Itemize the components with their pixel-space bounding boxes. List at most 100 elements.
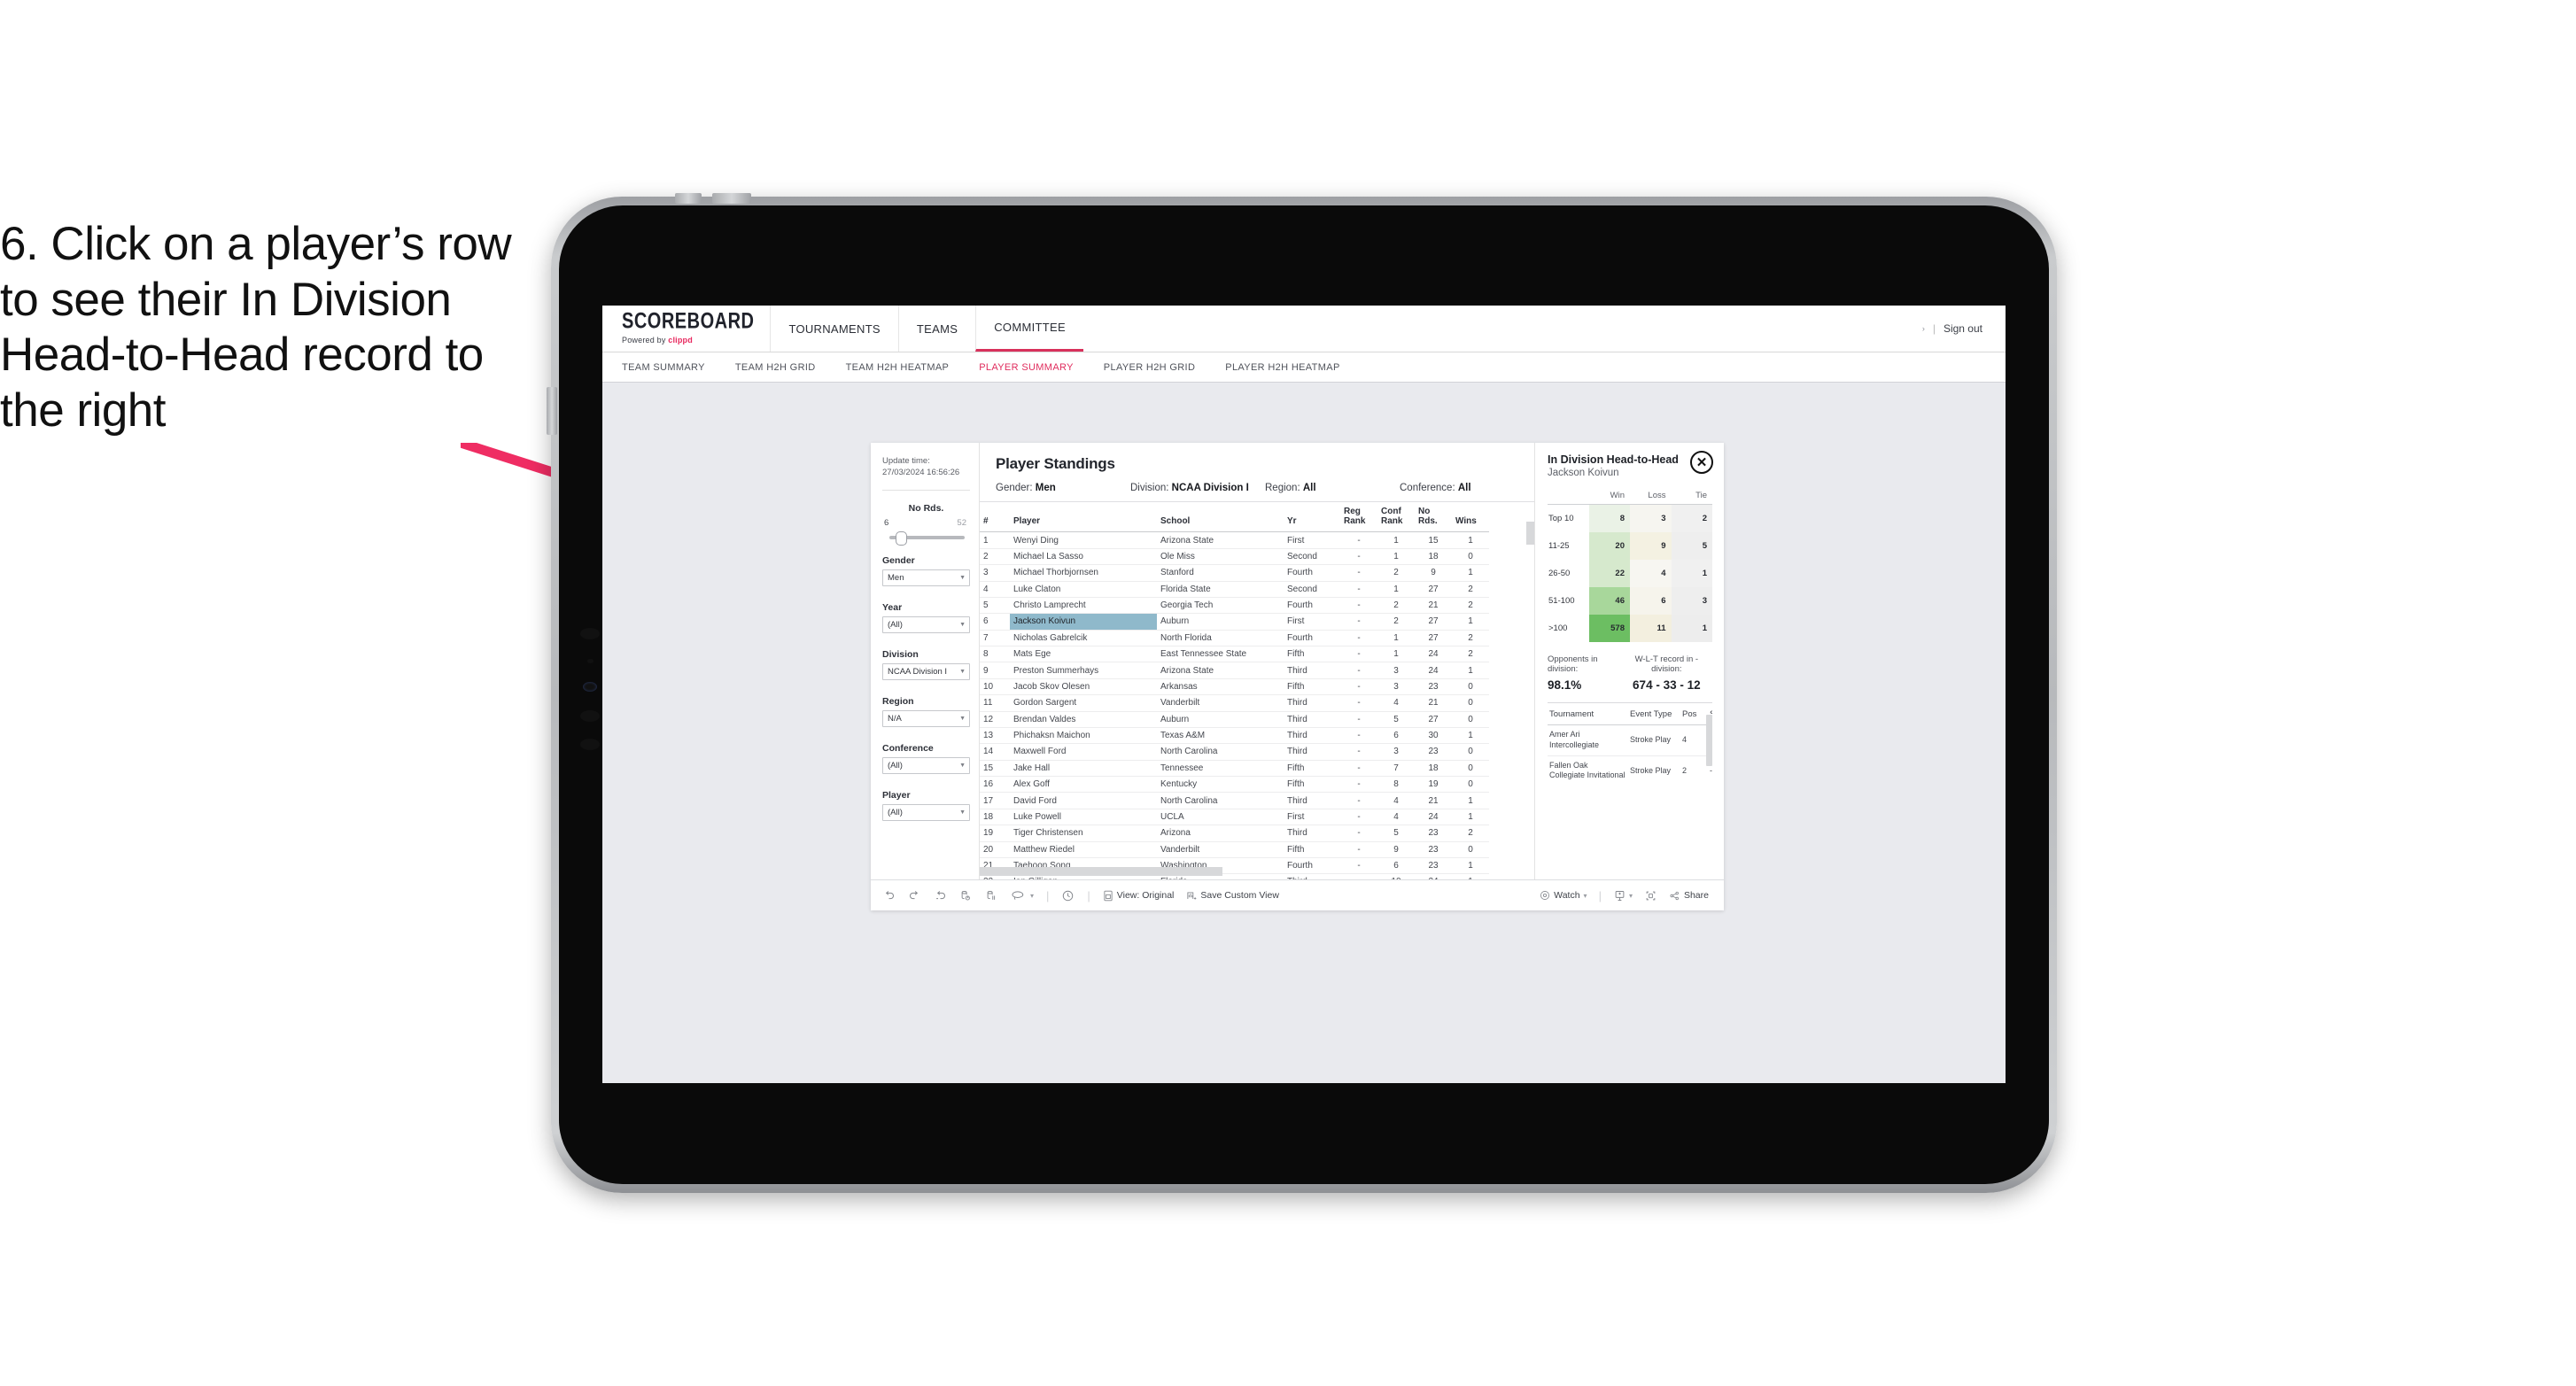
col-wins[interactable]: Wins: [1452, 502, 1489, 533]
table-row[interactable]: 4 Luke Claton Florida State Second -1 27 2: [980, 581, 1489, 598]
lasso-dropdown-icon[interactable]: ▾: [1030, 892, 1034, 900]
table-row[interactable]: 3 Michael Thorbjornsen Stanford Fourth -2 9 1: [980, 564, 1489, 582]
chevron-down-icon[interactable]: ▼: [957, 575, 966, 581]
cell-player: Luke Claton: [1010, 581, 1157, 598]
standings-table-wrapper[interactable]: # Player School Yr Reg Rank Conf Rank No Rd…: [980, 501, 1534, 879]
tournament-row[interactable]: Amer Ari IntercollegiateStroke Play4-17: [1548, 724, 1712, 756]
share-button[interactable]: Share: [1669, 890, 1709, 902]
no-rounds-label: No Rds.: [908, 502, 944, 514]
table-row[interactable]: 16 Alex Goff Kentucky Fifth -8 19 0: [980, 776, 1489, 794]
col-conf-rank[interactable]: Conf Rank: [1377, 502, 1415, 533]
refresh-data-icon[interactable]: [959, 889, 973, 902]
standings-vertical-scrollbar[interactable]: [1526, 522, 1534, 545]
tablet-power-button[interactable]: [547, 387, 557, 435]
table-row[interactable]: 15 Jake Hall Tennessee Fifth -7 18 0: [980, 760, 1489, 778]
slider-track[interactable]: [889, 530, 965, 546]
cell-player: Wenyi Ding: [1010, 531, 1157, 549]
undo-icon[interactable]: [882, 889, 896, 902]
table-row[interactable]: 6 Jackson Koivun Auburn First -2 27 1: [980, 613, 1489, 631]
slider-handle[interactable]: [895, 530, 907, 546]
close-icon[interactable]: ✕: [1690, 451, 1713, 474]
table-row[interactable]: 17 David Ford North Carolina Third -4 21 1: [980, 792, 1489, 809]
filter-select-player[interactable]: (All) ▼: [882, 803, 970, 821]
col-reg-rank[interactable]: Reg Rank: [1340, 502, 1377, 533]
share-label: Share: [1683, 890, 1709, 901]
subscribe-icon[interactable]: [1613, 889, 1626, 902]
col-event-type: Event Type: [1628, 702, 1680, 726]
sign-out-link[interactable]: Sign out: [1944, 322, 1982, 335]
lasso-select-icon[interactable]: [1011, 889, 1026, 902]
save-custom-view-button[interactable]: Save Custom View: [1186, 890, 1279, 902]
h2h-loss-cell: 4: [1630, 560, 1672, 588]
col-player[interactable]: Player: [1010, 502, 1157, 533]
table-row[interactable]: 5 Christo Lamprecht Georgia Tech Fourth -2 21…: [980, 597, 1489, 615]
watch-button[interactable]: Watch ▾: [1540, 890, 1587, 901]
filter-select-year[interactable]: (All) ▼: [882, 616, 970, 633]
chevron-down-icon[interactable]: ▼: [957, 669, 966, 675]
filter-select-gender[interactable]: Men ▼: [882, 569, 970, 586]
watch-dropdown-icon[interactable]: ▾: [1584, 892, 1587, 900]
revert-icon[interactable]: [934, 889, 947, 902]
cell-yr: Fifth: [1284, 678, 1340, 696]
table-row[interactable]: 11 Gordon Sargent Vanderbilt Third -4 21 0: [980, 694, 1489, 712]
chevron-down-icon[interactable]: ▼: [957, 763, 966, 769]
primary-nav: TOURNAMENTS TEAMS COMMITTEE: [770, 306, 1083, 352]
col-no-rds[interactable]: No Rds.: [1415, 502, 1452, 533]
tournament-list-wrapper[interactable]: Tournament Event Type Pos Score Amer Ari…: [1548, 692, 1712, 783]
tablet-top-button-2[interactable]: [712, 193, 751, 204]
filter-select-conference[interactable]: (All) ▼: [882, 756, 970, 774]
brand-logo[interactable]: SCOREBOARD Powered by clippd: [602, 306, 770, 352]
tab-team-summary[interactable]: TEAM SUMMARY: [622, 362, 705, 373]
cell-reg: -: [1340, 841, 1377, 858]
col-rank[interactable]: #: [980, 502, 1010, 533]
brand-tagline: Powered by clippd: [622, 336, 754, 345]
table-row[interactable]: 20 Matthew Riedel Vanderbilt Fifth -9 23 0: [980, 841, 1489, 858]
table-row[interactable]: 14 Maxwell Ford North Carolina Third -3 23 0: [980, 743, 1489, 761]
cell-rds: 23: [1415, 857, 1452, 875]
table-row[interactable]: 2 Michael La Sasso Ole Miss Second -1 18 0: [980, 548, 1489, 566]
view-original-button[interactable]: View: Original: [1103, 890, 1174, 902]
table-row[interactable]: 19 Tiger Christensen Arizona Third -5 23 2: [980, 825, 1489, 842]
tablet-top-button-1[interactable]: [675, 193, 702, 204]
table-row[interactable]: 7 Nicholas Gabrelcik North Florida Fourth -1…: [980, 630, 1489, 647]
nav-tournaments[interactable]: TOURNAMENTS: [770, 306, 897, 352]
pause-auto-update-icon[interactable]: [1061, 889, 1075, 902]
table-row[interactable]: 8 Mats Ege East Tennessee State Fifth -1 24 2: [980, 646, 1489, 663]
no-rounds-slider[interactable]: No Rds. 6 52: [882, 491, 970, 546]
cell-conf: 4: [1377, 809, 1415, 826]
col-yr[interactable]: Yr: [1284, 502, 1340, 533]
tournament-row[interactable]: Fallen Oak Collegiate Invitational Stroke…: [1548, 755, 1712, 783]
h2h-loss-cell: 6: [1630, 587, 1672, 616]
subscribe-dropdown-icon[interactable]: ▾: [1629, 892, 1633, 900]
col-tournament: Tournament: [1548, 702, 1628, 726]
table-row[interactable]: 10 Jacob Skov Olesen Arkansas Fifth -3 23 0: [980, 678, 1489, 696]
chevron-down-icon[interactable]: ▼: [957, 809, 966, 816]
tab-player-h2h-grid[interactable]: PLAYER H2H GRID: [1104, 362, 1195, 373]
table-row[interactable]: 18 Luke Powell UCLA First -4 24 1: [980, 809, 1489, 826]
tournament-scrollbar[interactable]: [1706, 715, 1712, 767]
cell-rank: 5: [980, 597, 1010, 615]
device-preview-icon[interactable]: [1644, 889, 1657, 902]
cell-conf: 7: [1377, 760, 1415, 778]
tab-team-h2h-heatmap[interactable]: TEAM H2H HEATMAP: [846, 362, 950, 373]
pause-data-icon[interactable]: [985, 889, 998, 902]
chevron-right-icon[interactable]: ›: [1922, 324, 1925, 333]
filter-select-division[interactable]: NCAA Division I ▼: [882, 662, 970, 680]
filter-select-region[interactable]: N/A ▼: [882, 709, 970, 727]
tab-player-h2h-heatmap[interactable]: PLAYER H2H HEATMAP: [1225, 362, 1339, 373]
tab-player-summary[interactable]: PLAYER SUMMARY: [979, 362, 1074, 373]
table-row[interactable]: 9 Preston Summerhays Arizona State Third -3 2…: [980, 662, 1489, 679]
cell-reg: -: [1340, 630, 1377, 647]
standings-horizontal-scrollbar[interactable]: [980, 867, 1222, 876]
redo-icon[interactable]: [908, 889, 921, 902]
table-row[interactable]: 12 Brendan Valdes Auburn Third -5 27 0: [980, 711, 1489, 728]
chevron-down-icon[interactable]: ▼: [957, 622, 966, 628]
meta-value: All: [1457, 483, 1471, 493]
col-school[interactable]: School: [1157, 502, 1284, 533]
chevron-down-icon[interactable]: ▼: [957, 716, 966, 722]
tab-team-h2h-grid[interactable]: TEAM H2H GRID: [735, 362, 816, 373]
table-row[interactable]: 1 Wenyi Ding Arizona State First -1 15 1: [980, 531, 1489, 549]
table-row[interactable]: 13 Phichaksn Maichon Texas A&M Third -6 30 1: [980, 727, 1489, 745]
nav-teams[interactable]: TEAMS: [897, 306, 975, 352]
nav-committee[interactable]: COMMITTEE: [975, 306, 1083, 352]
